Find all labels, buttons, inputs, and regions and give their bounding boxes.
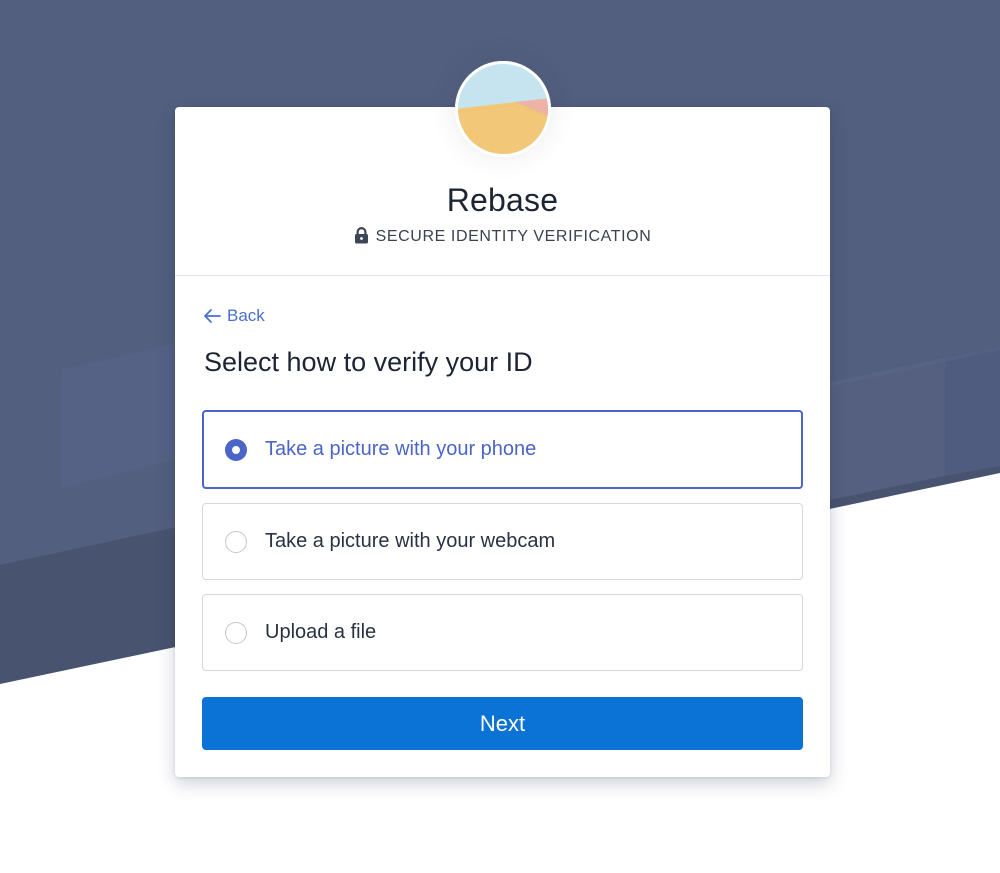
subtitle-text: SECURE IDENTITY VERIFICATION (375, 228, 652, 245)
radio-unselected[interactable] (225, 530, 247, 553)
page-title: Select how to verify your ID (204, 347, 533, 377)
landscape-logo-icon (455, 61, 551, 157)
app-name: Rebase (446, 182, 559, 218)
option-upload[interactable]: Upload a file (202, 594, 803, 671)
arrow-left-icon (203, 308, 221, 324)
verification-card: Rebase SECURE IDENTITY VERIFICATION Back… (175, 107, 830, 777)
next-button[interactable]: Next (202, 697, 803, 750)
avatar (455, 61, 551, 157)
option-label: Upload a file (265, 621, 377, 643)
back-link[interactable]: Back (203, 306, 265, 326)
subtitle-row: SECURE IDENTITY VERIFICATION (175, 227, 830, 246)
option-label: Take a picture with your webcam (265, 530, 556, 552)
option-label: Take a picture with your phone (265, 438, 537, 460)
option-webcam[interactable]: Take a picture with your webcam (202, 503, 803, 580)
lock-icon (354, 227, 369, 244)
header-divider (175, 275, 830, 276)
radio-selected[interactable] (225, 438, 247, 461)
back-label: Back (227, 306, 265, 325)
radio-unselected[interactable] (225, 621, 247, 644)
option-phone[interactable]: Take a picture with your phone (202, 410, 803, 489)
